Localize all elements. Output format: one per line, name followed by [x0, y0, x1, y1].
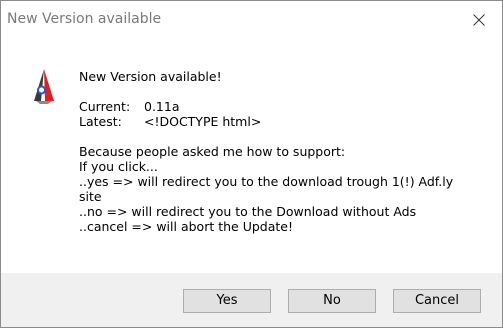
current-version-value: 0.11a	[144, 99, 180, 114]
close-button[interactable]	[456, 1, 502, 39]
if-you-click-text: If you click...	[79, 159, 158, 174]
yes-button[interactable]: Yes	[183, 289, 271, 313]
cancel-button[interactable]: Cancel	[393, 289, 481, 313]
latest-version-row: Latest: <!DOCTYPE html>	[79, 114, 489, 129]
title-bar[interactable]: New Version available	[1, 1, 502, 39]
no-button[interactable]: No	[288, 289, 376, 313]
yes-option-text-continued: site	[79, 189, 102, 204]
message-body: New Version available! Current: 0.11a Lat…	[79, 69, 489, 234]
support-intro-text: Because people asked me how to support:	[79, 144, 346, 159]
current-version-label: Current:	[79, 99, 131, 114]
button-bar: Yes No Cancel	[1, 273, 502, 327]
message-heading: New Version available!	[79, 69, 222, 84]
close-icon	[473, 14, 485, 26]
no-option-text: ..no => will redirect you to the Downloa…	[79, 204, 417, 219]
latest-version-value: <!DOCTYPE html>	[144, 114, 262, 129]
cancel-option-text: ..cancel => will abort the Update!	[79, 219, 293, 234]
current-version-row: Current: 0.11a	[79, 99, 489, 114]
update-dialog: New Version available New Version availa…	[0, 0, 503, 328]
rocket-icon	[32, 69, 56, 109]
yes-option-text: ..yes => will redirect you to the downlo…	[79, 174, 454, 189]
latest-version-label: Latest:	[79, 114, 122, 129]
window-title: New Version available	[7, 11, 162, 27]
